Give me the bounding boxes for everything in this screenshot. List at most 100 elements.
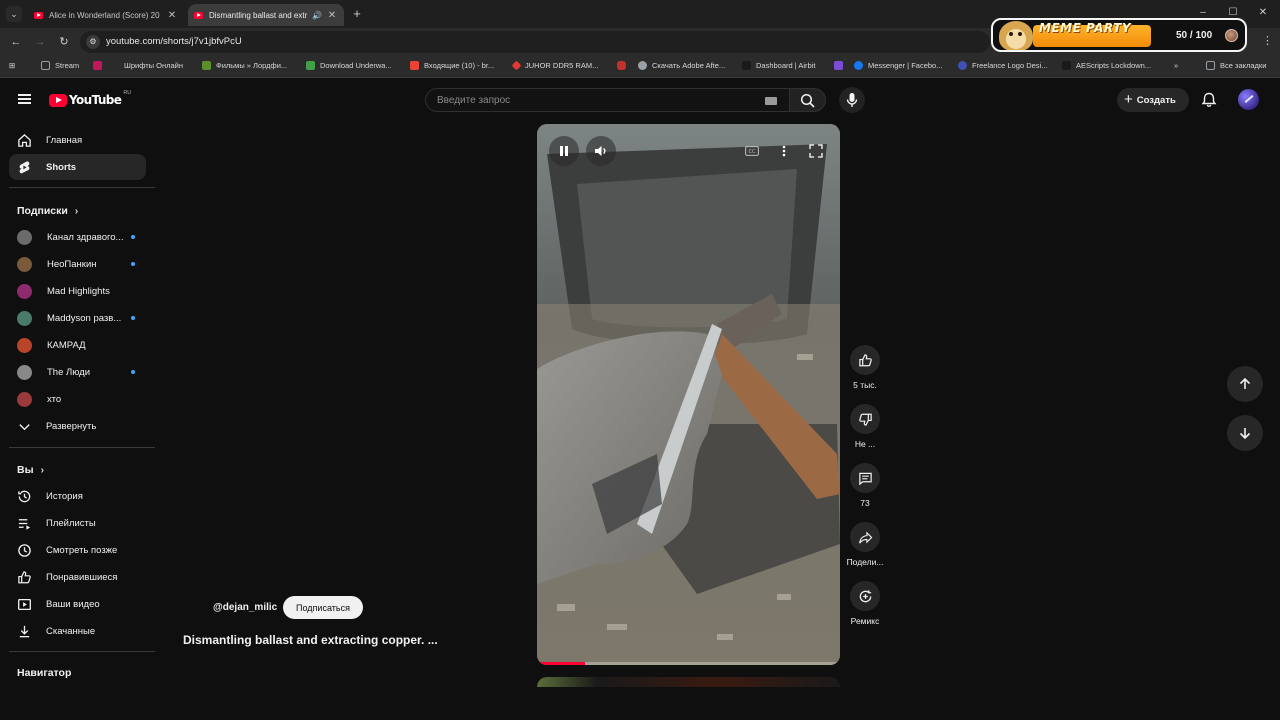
folder-icon bbox=[1206, 61, 1215, 70]
reload-icon[interactable]: ↻ bbox=[57, 35, 71, 49]
bookmark-item[interactable]: Фильмы » Лордфи... bbox=[202, 61, 287, 70]
account-avatar[interactable] bbox=[1238, 89, 1259, 110]
bookmark-item[interactable] bbox=[617, 61, 631, 70]
close-tab-icon[interactable]: ✕ bbox=[326, 10, 338, 21]
you-title: Вы bbox=[17, 464, 34, 476]
bookmark-item[interactable]: Stream bbox=[41, 61, 79, 70]
close-tab-icon[interactable]: ✕ bbox=[166, 10, 178, 21]
bookmark-item[interactable]: Dashboard | Airbit bbox=[742, 61, 815, 70]
channel-name: The Люди bbox=[47, 366, 91, 378]
sidebar-item-watch-later[interactable]: Смотреть позже bbox=[9, 537, 146, 563]
close-window-icon[interactable]: ✕ bbox=[1256, 5, 1270, 21]
bookmark-item[interactable]: JUHOR DDR5 RAM... bbox=[511, 60, 598, 71]
sidebar-item-downloads[interactable]: Скачанные bbox=[9, 618, 146, 644]
bookmark-label: Messenger | Facebo... bbox=[868, 61, 943, 70]
site-info-icon[interactable]: ⚙ bbox=[86, 35, 100, 49]
sidebar-item-liked[interactable]: Понравившиеся bbox=[9, 564, 146, 590]
sidebar-expand[interactable]: Развернуть bbox=[9, 413, 146, 439]
sidebar-channel[interactable]: Maddyson разв... bbox=[9, 305, 146, 331]
volume-button[interactable] bbox=[586, 136, 616, 166]
navigator-header: Навигатор bbox=[17, 667, 71, 679]
url-text: youtube.com/shorts/j7v1jbfvPcU bbox=[106, 36, 242, 47]
bookmark-item[interactable]: Скачать Adobe Afte... bbox=[638, 61, 725, 70]
bookmark-item[interactable]: Все закладки bbox=[1206, 61, 1266, 70]
sidebar-channel[interactable]: Mad Highlights bbox=[9, 278, 146, 304]
tab-dismantling[interactable]: Dismantling ballast and extr 🔊 ✕ bbox=[188, 4, 344, 26]
bookmark-label: Шрифты Онлайн bbox=[124, 61, 184, 70]
channel-name: Maddyson разв... bbox=[47, 312, 122, 324]
short-title[interactable]: Dismantling ballast and extracting coppe… bbox=[183, 633, 438, 647]
tab-title: Alice in Wonderland (Score) 20 bbox=[49, 10, 160, 20]
apps-grid-icon[interactable]: ⊞ bbox=[9, 61, 15, 70]
meme-party-widget[interactable]: MEME PARTY 50 / 100 bbox=[991, 18, 1247, 52]
sidebar-item-playlists[interactable]: Плейлисты bbox=[9, 510, 146, 536]
more-options-button[interactable] bbox=[769, 136, 799, 166]
bookmark-favicon-icon bbox=[958, 61, 967, 70]
next-short-preview[interactable] bbox=[537, 677, 840, 687]
bookmark-item[interactable]: Download Underwa... bbox=[306, 61, 392, 70]
keyboard-icon[interactable] bbox=[765, 97, 777, 105]
new-tab-button[interactable]: + bbox=[350, 6, 364, 22]
sidebar-item-label: Плейлисты bbox=[46, 517, 96, 529]
subscribe-button[interactable]: Подписаться bbox=[283, 596, 363, 619]
search-button[interactable] bbox=[790, 88, 826, 112]
bookmark-label: Freelance Logo Desi... bbox=[972, 61, 1048, 70]
pause-button[interactable] bbox=[549, 136, 579, 166]
sidebar-item-history[interactable]: История bbox=[9, 483, 146, 509]
sidebar-channel[interactable]: Канал здравого... bbox=[9, 224, 146, 250]
notifications-bell-icon[interactable] bbox=[1201, 92, 1217, 108]
dislike-button[interactable] bbox=[850, 404, 880, 434]
forward-icon[interactable]: → bbox=[33, 35, 47, 49]
sidebar-item-label: Развернуть bbox=[46, 420, 97, 432]
bookmark-item[interactable] bbox=[93, 61, 107, 70]
search-box[interactable]: Введите запрос bbox=[425, 88, 790, 112]
bookmark-item[interactable]: AEScripts Lockdown... bbox=[1062, 61, 1151, 70]
sidebar-channel[interactable]: хто bbox=[9, 386, 146, 412]
sidebar-channel[interactable]: НеоПанкин bbox=[9, 251, 146, 277]
thumbs-up-icon bbox=[858, 353, 872, 366]
pause-icon bbox=[560, 146, 568, 156]
short-video-player[interactable]: CC bbox=[537, 124, 840, 665]
previous-short-button[interactable] bbox=[1227, 366, 1263, 402]
like-button[interactable] bbox=[850, 345, 880, 375]
sidebar-channel[interactable]: The Люди bbox=[9, 359, 146, 385]
menu-icon[interactable] bbox=[18, 94, 31, 104]
sidebar-item-label: Главная bbox=[46, 134, 83, 146]
address-bar[interactable]: ⚙ youtube.com/shorts/j7v1jbfvPcU bbox=[80, 31, 990, 53]
channel-handle[interactable]: @dejan_milic bbox=[213, 602, 277, 613]
subscriptions-header[interactable]: Подписки › bbox=[17, 205, 78, 217]
youtube-logo[interactable]: YouTube RU bbox=[49, 90, 131, 107]
more-bookmarks-icon[interactable]: » bbox=[1174, 61, 1178, 70]
voice-search-button[interactable] bbox=[839, 87, 865, 113]
remix-icon bbox=[859, 589, 871, 602]
back-icon[interactable]: ← bbox=[9, 35, 23, 49]
sidebar-item-shorts[interactable]: Shorts bbox=[9, 154, 146, 180]
speaker-icon[interactable]: 🔊 bbox=[312, 11, 322, 20]
bookmark-item[interactable]: Messenger | Facebo... bbox=[854, 61, 942, 70]
tab-title: Dismantling ballast and extr bbox=[209, 10, 308, 20]
bookmark-item[interactable]: Freelance Logo Desi... bbox=[958, 61, 1047, 70]
bookmark-label: Фильмы » Лордфи... bbox=[216, 61, 288, 70]
next-short-button[interactable] bbox=[1227, 415, 1263, 451]
playback-progress[interactable] bbox=[537, 662, 840, 665]
captions-button[interactable]: CC bbox=[737, 136, 767, 166]
bookmark-item[interactable] bbox=[834, 61, 848, 70]
bookmark-favicon-icon bbox=[93, 61, 102, 70]
remix-button[interactable] bbox=[850, 581, 880, 611]
doge-icon bbox=[999, 21, 1033, 50]
sidebar-item-your-videos[interactable]: Ваши видео bbox=[9, 591, 146, 617]
sidebar-item-home[interactable]: Главная bbox=[9, 127, 146, 153]
create-button[interactable]: + Создать bbox=[1117, 88, 1189, 112]
comments-button[interactable] bbox=[850, 463, 880, 493]
fullscreen-button[interactable] bbox=[801, 136, 831, 166]
bookmark-label: AEScripts Lockdown... bbox=[1076, 61, 1152, 70]
bookmark-item[interactable]: Шрифты Онлайн bbox=[115, 61, 183, 70]
share-button[interactable] bbox=[850, 522, 880, 552]
browser-menu-icon[interactable]: ⋮ bbox=[1262, 34, 1273, 47]
channel-avatar bbox=[17, 337, 32, 353]
tab-alice[interactable]: Alice in Wonderland (Score) 20 ✕ bbox=[28, 4, 184, 26]
sidebar-channel[interactable]: КАМРАД bbox=[9, 332, 146, 358]
you-header[interactable]: Вы › bbox=[17, 464, 44, 476]
tab-search-chevron-icon[interactable]: ⌄ bbox=[6, 6, 22, 22]
bookmark-item[interactable]: Входящие (10) - br... bbox=[410, 61, 494, 70]
